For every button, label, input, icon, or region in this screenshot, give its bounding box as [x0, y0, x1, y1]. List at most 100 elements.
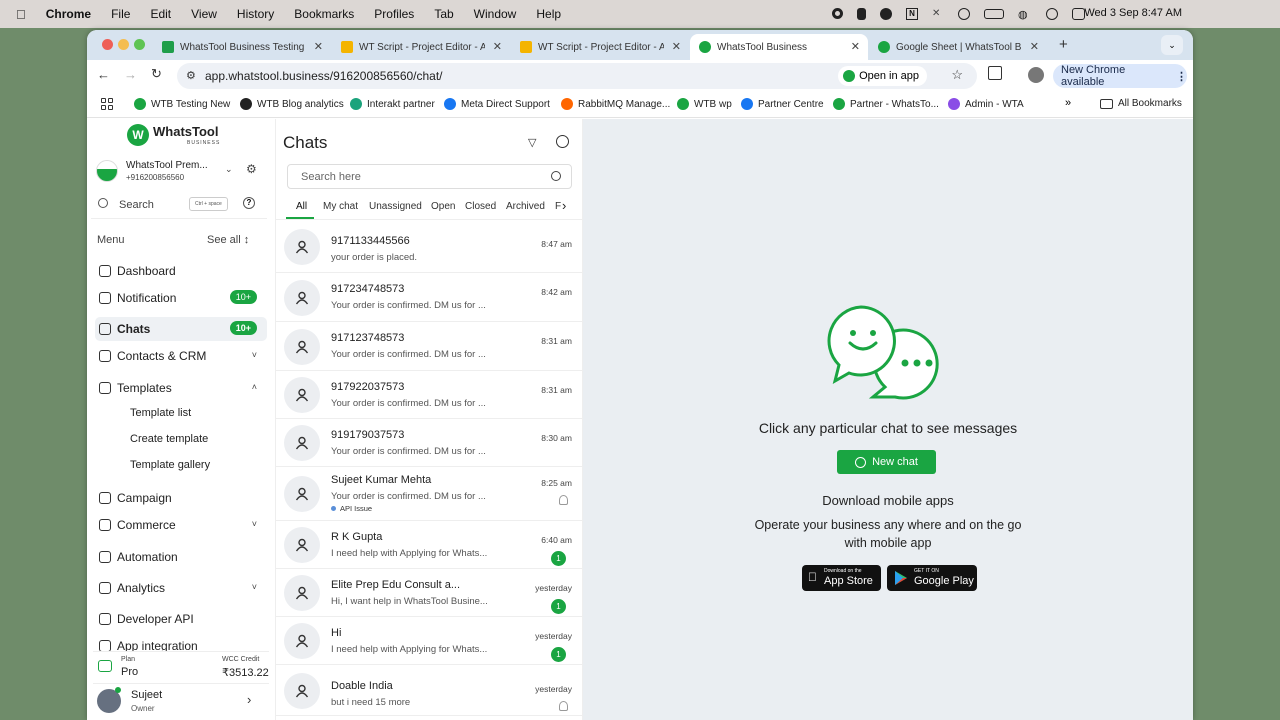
- chevron-up-icon[interactable]: ˄: [252, 382, 257, 392]
- back-button[interactable]: ←: [97, 67, 110, 82]
- chat-row[interactable]: Doable India but i need 15 more yesterday: [276, 665, 583, 716]
- user-card[interactable]: Sujeet Owner ›: [93, 683, 269, 717]
- chat-row[interactable]: Elite Prep Edu Consult a... Hi, I want he…: [276, 569, 583, 617]
- menubar-item[interactable]: Window: [474, 7, 517, 21]
- chat-row[interactable]: 9171133445566 your order is placed. 8:47 a…: [276, 220, 583, 273]
- chat-row[interactable]: 917922037573 Your order is confirmed. DM …: [276, 371, 583, 419]
- battery-icon[interactable]: [984, 9, 1004, 19]
- filter-tab[interactable]: Closed: [465, 201, 496, 212]
- apps-grid-icon[interactable]: [101, 98, 113, 110]
- new-tab-button[interactable]: +: [1059, 36, 1068, 53]
- notion-icon[interactable]: N: [906, 8, 918, 20]
- figma-icon[interactable]: [857, 8, 866, 20]
- sidebar-item-dashboard[interactable]: Dashboard: [95, 259, 267, 283]
- bookmark-item[interactable]: Partner Centre: [741, 98, 824, 110]
- menubar-item[interactable]: Profiles: [374, 7, 414, 21]
- chat-search-input[interactable]: Search here: [287, 164, 572, 189]
- filter-tab[interactable]: Unassigned: [369, 201, 422, 212]
- url-text[interactable]: app.whatstool.business/916200856560/chat…: [205, 69, 443, 83]
- minimize-window-button[interactable]: [118, 39, 129, 50]
- filter-tab[interactable]: My chat: [323, 201, 358, 212]
- sidebar-item-chats[interactable]: Chats 10+: [95, 317, 267, 341]
- extensions-icon[interactable]: [988, 66, 1002, 80]
- sidebar-item-automation[interactable]: Automation: [95, 545, 267, 569]
- menubar-app-name[interactable]: Chrome: [46, 7, 91, 21]
- wifi-icon[interactable]: ◍: [1018, 8, 1032, 21]
- sidebar-item-analytics[interactable]: Analytics ˅: [95, 576, 267, 600]
- search-icon[interactable]: [551, 171, 561, 181]
- templates-subitem[interactable]: Template gallery: [130, 459, 210, 471]
- menubar-item[interactable]: File: [111, 7, 130, 21]
- app-icon[interactable]: [880, 8, 892, 20]
- control-center-icon[interactable]: [1072, 8, 1085, 20]
- address-bar[interactable]: ⚙ app.whatstool.business/916200856560/ch…: [177, 63, 977, 89]
- bookmark-item[interactable]: Interakt partner: [350, 98, 435, 110]
- filters-scroll-right-icon[interactable]: ›: [562, 198, 566, 213]
- logo[interactable]: W WhatsTool BUSINESS: [127, 124, 227, 148]
- templates-subitem[interactable]: Create template: [130, 433, 208, 445]
- clock[interactable]: Wed 3 Sep 8:47 AM: [1084, 7, 1182, 19]
- bookmark-item[interactable]: WTB Blog analytics: [240, 98, 344, 110]
- plan-card[interactable]: Plan Pro WCC Credit ₹3513.22: [93, 651, 269, 681]
- bookmark-item[interactable]: Admin - WTA: [948, 98, 1024, 110]
- new-chat-button[interactable]: New chat: [837, 450, 936, 474]
- menu-kebab-icon[interactable]: ⋮: [1176, 70, 1187, 83]
- forward-button[interactable]: →: [124, 67, 137, 82]
- chat-row[interactable]: 917234748573 Your order is confirmed. DM …: [276, 273, 583, 322]
- chat-row[interactable]: 917123748573 Your order is confirmed. DM …: [276, 322, 583, 371]
- chat-row[interactable]: Sujeet Kumar Mehta Your order is confirme…: [276, 467, 583, 521]
- close-tab-icon[interactable]: ✕: [672, 40, 681, 53]
- mute-icon[interactable]: ✕: [932, 8, 944, 20]
- filter-tab[interactable]: F: [555, 201, 561, 212]
- spotlight-icon[interactable]: [1046, 8, 1058, 20]
- see-all-button[interactable]: See all ↕: [207, 234, 249, 246]
- close-tab-icon[interactable]: ✕: [314, 40, 323, 53]
- maximize-window-button[interactable]: [134, 39, 145, 50]
- close-tab-icon[interactable]: ✕: [851, 40, 860, 53]
- chat-row[interactable]: R K Gupta I need help with Applying for W…: [276, 521, 583, 569]
- more-bookmarks-icon[interactable]: »: [1065, 97, 1071, 109]
- gear-icon[interactable]: ⚙: [246, 162, 257, 176]
- record-icon[interactable]: [832, 8, 843, 19]
- sidebar-item-campaign[interactable]: Campaign: [95, 486, 267, 510]
- bookmark-item[interactable]: WTB wp: [677, 98, 732, 110]
- all-bookmarks[interactable]: All Bookmarks: [1100, 98, 1182, 109]
- sidebar-item-developer-api[interactable]: Developer API: [95, 607, 267, 631]
- bookmark-star-icon[interactable]: ☆: [951, 67, 963, 83]
- play-icon[interactable]: [958, 8, 970, 20]
- filter-tab[interactable]: Archived: [506, 201, 545, 212]
- sidebar-item-notification[interactable]: Notification 10+: [95, 286, 267, 310]
- new-message-icon[interactable]: [556, 135, 569, 148]
- bookmark-item[interactable]: Meta Direct Support: [444, 98, 550, 110]
- site-settings-icon[interactable]: ⚙: [186, 69, 196, 82]
- filter-tab[interactable]: Open: [431, 201, 455, 212]
- bookmark-item[interactable]: RabbitMQ Manage...: [561, 98, 670, 110]
- account-switcher[interactable]: WhatsTool Prem... +916200856560 ⌄ ⚙: [93, 157, 269, 185]
- close-tab-icon[interactable]: ✕: [493, 40, 502, 53]
- chevron-down-icon[interactable]: ˅: [252, 519, 257, 529]
- close-tab-icon[interactable]: ✕: [1030, 40, 1039, 53]
- browser-tab[interactable]: WhatsTool Business ✕: [690, 34, 868, 60]
- chat-row[interactable]: 919179037573 Your order is confirmed. DM …: [276, 419, 583, 467]
- browser-tab[interactable]: WT Script - Project Editor - A ✕: [332, 34, 510, 60]
- browser-tab[interactable]: WhatsTool Business Testing - ✕: [153, 34, 331, 60]
- menubar-item[interactable]: Bookmarks: [294, 7, 354, 21]
- sidebar-item-commerce[interactable]: Commerce ˅: [95, 513, 267, 537]
- sidebar-search[interactable]: Search Ctrl + space ?: [91, 193, 267, 219]
- filter-tab[interactable]: All: [296, 201, 307, 212]
- menubar-item[interactable]: Tab: [434, 7, 453, 21]
- menubar-item[interactable]: History: [237, 7, 274, 21]
- open-in-app-button[interactable]: Open in app: [838, 66, 927, 86]
- new-chrome-available-button[interactable]: New Chrome available ⋮: [1053, 64, 1187, 88]
- chat-row[interactable]: Hi I need help with Applying for Whats...…: [276, 617, 583, 665]
- sidebar-item-templates[interactable]: Templates ˄: [95, 376, 267, 400]
- google-play-button[interactable]: GET IT ON Google Play: [887, 565, 977, 591]
- chevron-right-icon[interactable]: ›: [247, 692, 251, 707]
- apple-icon[interactable]: : [16, 7, 26, 22]
- menubar-item[interactable]: View: [191, 7, 217, 21]
- menubar-item[interactable]: Edit: [150, 7, 171, 21]
- tab-search-button[interactable]: ⌄: [1161, 35, 1183, 55]
- bookmark-item[interactable]: Partner - WhatsTo...: [833, 98, 939, 110]
- bookmark-item[interactable]: WTB Testing New: [134, 98, 230, 110]
- close-window-button[interactable]: [102, 39, 113, 50]
